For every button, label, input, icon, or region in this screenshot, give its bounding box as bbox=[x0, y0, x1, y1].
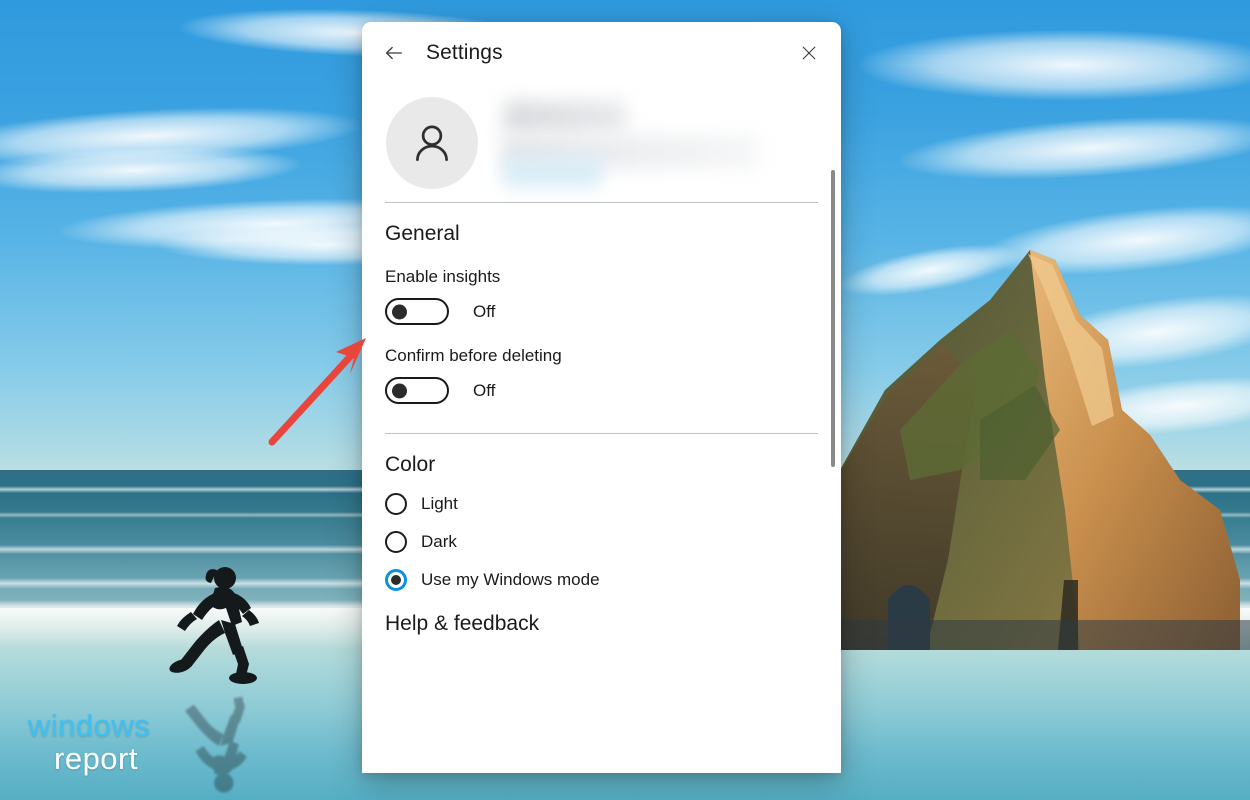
color-section-title: Color bbox=[385, 453, 436, 476]
color-option-windows-mode[interactable]: Use my Windows mode bbox=[385, 569, 818, 591]
back-button[interactable] bbox=[374, 33, 414, 73]
divider bbox=[385, 433, 818, 434]
toggle-knob bbox=[392, 383, 407, 398]
confirm-before-deleting-state: Off bbox=[473, 380, 496, 400]
close-button[interactable] bbox=[789, 33, 829, 73]
general-section-title: General bbox=[385, 222, 460, 245]
close-icon bbox=[802, 46, 816, 60]
color-option-dark-label: Dark bbox=[421, 532, 457, 551]
radio-icon bbox=[385, 493, 407, 515]
enable-insights-row: Off bbox=[385, 298, 818, 325]
confirm-before-deleting-label: Confirm before deleting bbox=[385, 346, 562, 365]
scrollbar-thumb[interactable] bbox=[831, 170, 835, 467]
desktop-wallpaper: windows report Settings General Enable i… bbox=[0, 0, 1250, 800]
enable-insights-label: Enable insights bbox=[385, 267, 501, 286]
color-option-light[interactable]: Light bbox=[385, 493, 818, 515]
color-option-windows-mode-label: Use my Windows mode bbox=[421, 570, 600, 589]
settings-window: Settings General Enable insights Off Con… bbox=[362, 22, 841, 773]
toggle-knob bbox=[392, 304, 407, 319]
help-section-title: Help & feedback bbox=[385, 612, 540, 635]
watermark-logo: windows report bbox=[28, 710, 150, 774]
confirm-before-deleting-toggle[interactable] bbox=[385, 377, 449, 404]
enable-insights-state: Off bbox=[473, 301, 496, 321]
cloud-shape bbox=[0, 99, 362, 173]
radio-selected-icon bbox=[385, 569, 407, 591]
account-redaction-tint bbox=[503, 157, 601, 187]
account-name-redacted bbox=[504, 101, 626, 133]
person-icon bbox=[416, 125, 448, 162]
color-section: Color Light Dark Use my Windows mode bbox=[362, 453, 841, 591]
avatar bbox=[386, 97, 478, 189]
annotation-arrow bbox=[262, 330, 374, 450]
window-title: Settings bbox=[426, 41, 503, 64]
cloud-shape bbox=[860, 30, 1250, 100]
watermark-line-2: report bbox=[54, 741, 138, 776]
radio-icon bbox=[385, 531, 407, 553]
watermark-line-1: windows bbox=[28, 708, 151, 743]
help-section: Help & feedback bbox=[362, 612, 841, 636]
color-option-dark[interactable]: Dark bbox=[385, 531, 818, 553]
confirm-before-deleting-row: Off bbox=[385, 377, 818, 404]
cloud-shape bbox=[0, 142, 301, 198]
runner-reflection bbox=[155, 687, 275, 797]
runner-silhouette bbox=[155, 562, 275, 687]
enable-insights-toggle[interactable] bbox=[385, 298, 449, 325]
divider bbox=[385, 202, 818, 203]
vertical-scrollbar[interactable] bbox=[830, 168, 836, 768]
cloud-shape bbox=[898, 106, 1250, 190]
account-details bbox=[501, 95, 817, 191]
arrow-left-icon bbox=[386, 46, 402, 60]
rock-formation bbox=[830, 180, 1250, 650]
title-bar: Settings bbox=[362, 22, 841, 84]
account-row[interactable] bbox=[362, 84, 841, 202]
color-option-light-label: Light bbox=[421, 494, 458, 513]
settings-content: General Enable insights Off Confirm befo… bbox=[362, 84, 841, 773]
general-section: General Enable insights Off Confirm befo… bbox=[362, 222, 841, 404]
